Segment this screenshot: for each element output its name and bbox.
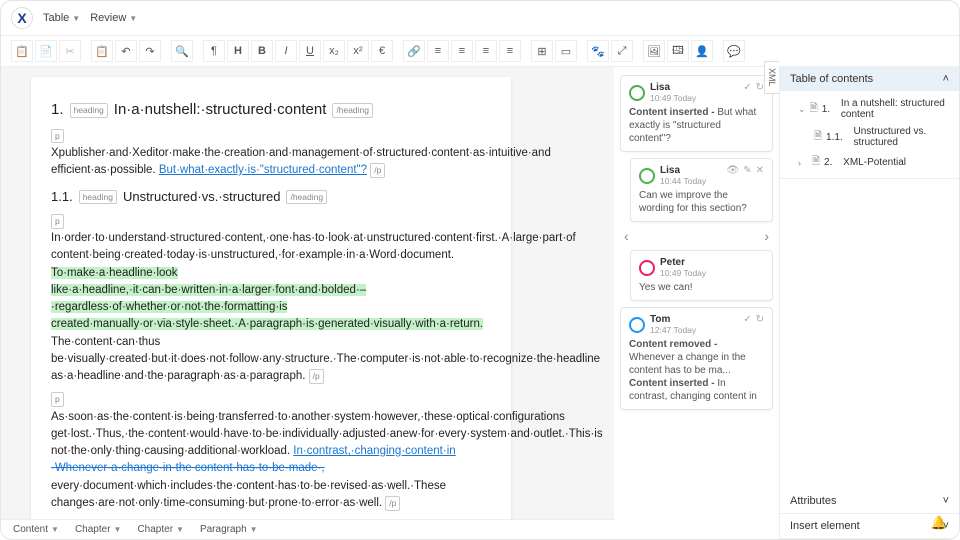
menu-review[interactable]: Review▼ bbox=[90, 12, 137, 24]
tag-heading-open: heading bbox=[79, 190, 117, 205]
bell-icon[interactable]: 🔔 bbox=[931, 515, 947, 531]
app-logo: X bbox=[11, 7, 33, 29]
avatar bbox=[629, 85, 645, 101]
paste-icon[interactable]: 📋 bbox=[91, 40, 113, 62]
breadcrumb-chapter[interactable]: Chapter▼ bbox=[137, 524, 184, 535]
layout-icon[interactable]: 🖽 bbox=[667, 40, 689, 62]
currency-icon[interactable]: € bbox=[371, 40, 393, 62]
expand-icon[interactable]: ⌄ bbox=[798, 104, 806, 115]
para-text: The·content·can·thus be·visually·created… bbox=[51, 336, 600, 383]
tag-heading-close: /heading bbox=[332, 103, 373, 118]
deleted-text: ·Whenever·a·change·in·the content·has·to… bbox=[51, 462, 325, 474]
comment-card[interactable]: Tom12:47 Today✓↻ Content removed - Whene… bbox=[620, 307, 773, 410]
menubar: X Table▼ Review▼ bbox=[1, 1, 959, 35]
user-icon[interactable]: 👤 bbox=[691, 40, 713, 62]
highlight-text: To·make·a·headline·look like·a·headline,… bbox=[51, 267, 483, 331]
tag-p-close: /p bbox=[370, 163, 385, 178]
toc-item[interactable]: 🗎1.1. Unstructured vs. structured bbox=[780, 123, 959, 151]
comment-card[interactable]: Lisa10:49 Today✓↻ Content inserted - But… bbox=[620, 75, 773, 152]
paragraph-icon[interactable]: ¶ bbox=[203, 40, 225, 62]
refresh-icon[interactable]: ↻ bbox=[756, 314, 764, 325]
toc-header[interactable]: Table of contents˄ bbox=[780, 67, 959, 91]
tag-p-close: /p bbox=[385, 496, 400, 511]
link-structured-content[interactable]: But·what·exactly·is·"structured·content"… bbox=[159, 164, 367, 176]
refresh-icon[interactable]: ↻ bbox=[756, 82, 764, 93]
para-text: In·order·to·understand·structured·conten… bbox=[51, 232, 576, 261]
toc-item[interactable]: ⌄🗎1. In a nutshell: structured content bbox=[780, 95, 959, 123]
check-icon[interactable]: ✓ bbox=[743, 82, 751, 93]
underline-icon[interactable]: U bbox=[299, 40, 321, 62]
comment-card[interactable]: Lisa10:44 Today👁✎✕ Can we improve the wo… bbox=[630, 158, 773, 222]
table-icon[interactable]: ⊞ bbox=[531, 40, 553, 62]
editor-area: 1. heading In·a·nutshell:·structured·con… bbox=[1, 67, 614, 539]
right-panel: Table of contents˄ ⌄🗎1. In a nutshell: s… bbox=[779, 67, 959, 539]
doc-icon: 🗎 bbox=[812, 154, 820, 171]
next-icon[interactable]: › bbox=[764, 228, 769, 244]
tag-heading-close: /heading bbox=[286, 190, 327, 205]
undo-icon[interactable]: ↶ bbox=[115, 40, 137, 62]
heading-1: In·a·nutshell:·structured·content bbox=[114, 99, 327, 122]
xml-tab[interactable]: XML bbox=[764, 67, 779, 94]
container-icon[interactable]: ▭ bbox=[555, 40, 577, 62]
expand-icon[interactable]: ⤢ bbox=[611, 40, 633, 62]
chevron-down-icon: ▼ bbox=[129, 14, 137, 23]
avatar bbox=[639, 260, 655, 276]
search-icon[interactable]: 🔍 bbox=[171, 40, 193, 62]
toc-item[interactable]: ›🗎2. XML-Potential bbox=[780, 151, 959, 174]
save-icon[interactable]: 📋 bbox=[11, 40, 33, 62]
eye-icon[interactable]: 👁 bbox=[727, 165, 740, 176]
outdent-icon[interactable]: ≡ bbox=[499, 40, 521, 62]
toolbar: 📋 📄 ✂ 📋 ↶ ↷ 🔍 ¶ H B I U x₂ x² € 🔗 ≡ ≡ ≡ … bbox=[1, 35, 959, 67]
breadcrumb-chapter[interactable]: Chapter▼ bbox=[75, 524, 122, 535]
attributes-header[interactable]: Attributes˅ bbox=[780, 489, 959, 513]
tag-p-open: p bbox=[51, 129, 64, 144]
copy-icon[interactable]: 📄 bbox=[35, 40, 57, 62]
tag-p-close: /p bbox=[309, 369, 324, 384]
chevron-up-icon: ˄ bbox=[943, 73, 949, 85]
prev-icon[interactable]: ‹ bbox=[624, 228, 629, 244]
image-icon[interactable]: 🖼 bbox=[643, 40, 665, 62]
breadcrumb: Content▼ Chapter▼ Chapter▼ Paragraph▼ bbox=[1, 519, 614, 539]
tag-p-open: p bbox=[51, 214, 64, 229]
italic-icon[interactable]: I bbox=[275, 40, 297, 62]
comment-icon[interactable]: 💬 bbox=[723, 40, 745, 62]
subscript-icon[interactable]: x₂ bbox=[323, 40, 345, 62]
check-icon[interactable]: ✓ bbox=[743, 314, 751, 325]
breadcrumb-content[interactable]: Content▼ bbox=[13, 524, 59, 535]
paw-icon[interactable]: 🐾 bbox=[587, 40, 609, 62]
document[interactable]: 1. heading In·a·nutshell:·structured·con… bbox=[31, 77, 511, 539]
tag-heading-open: heading bbox=[70, 103, 108, 118]
heading-number: 1.1. bbox=[51, 187, 73, 207]
breadcrumb-paragraph[interactable]: Paragraph▼ bbox=[200, 524, 258, 535]
edit-icon[interactable]: ✎ bbox=[743, 165, 751, 176]
list-icon[interactable]: ≡ bbox=[427, 40, 449, 62]
chevron-down-icon: ˅ bbox=[943, 495, 949, 507]
superscript-icon[interactable]: x² bbox=[347, 40, 369, 62]
doc-icon: 🗎 bbox=[814, 129, 822, 146]
indent-icon[interactable]: ≡ bbox=[475, 40, 497, 62]
heading-number: 1. bbox=[51, 99, 64, 122]
comment-pager: ‹ › bbox=[620, 228, 773, 244]
heading-icon[interactable]: H bbox=[227, 40, 249, 62]
cut-icon[interactable]: ✂ bbox=[59, 40, 81, 62]
redo-icon[interactable]: ↷ bbox=[139, 40, 161, 62]
close-icon[interactable]: ✕ bbox=[756, 165, 764, 176]
inserted-text: In·contrast,·changing·content·in bbox=[293, 445, 455, 457]
tag-p-open: p bbox=[51, 392, 64, 407]
menu-table[interactable]: Table▼ bbox=[43, 12, 80, 24]
chevron-down-icon: ▼ bbox=[72, 14, 80, 23]
list2-icon[interactable]: ≡ bbox=[451, 40, 473, 62]
expand-icon[interactable]: › bbox=[798, 158, 808, 168]
doc-icon: 🗎 bbox=[810, 101, 818, 118]
comments-pane: Lisa10:49 Today✓↻ Content inserted - But… bbox=[614, 67, 779, 539]
avatar bbox=[629, 317, 645, 333]
avatar bbox=[639, 168, 655, 184]
heading-2: Unstructured·vs.·structured bbox=[123, 187, 281, 207]
bold-icon[interactable]: B bbox=[251, 40, 273, 62]
link-icon[interactable]: 🔗 bbox=[403, 40, 425, 62]
toc: ⌄🗎1. In a nutshell: structured content 🗎… bbox=[780, 91, 959, 178]
comment-card[interactable]: Peter10:49 Today Yes we can! bbox=[630, 250, 773, 301]
